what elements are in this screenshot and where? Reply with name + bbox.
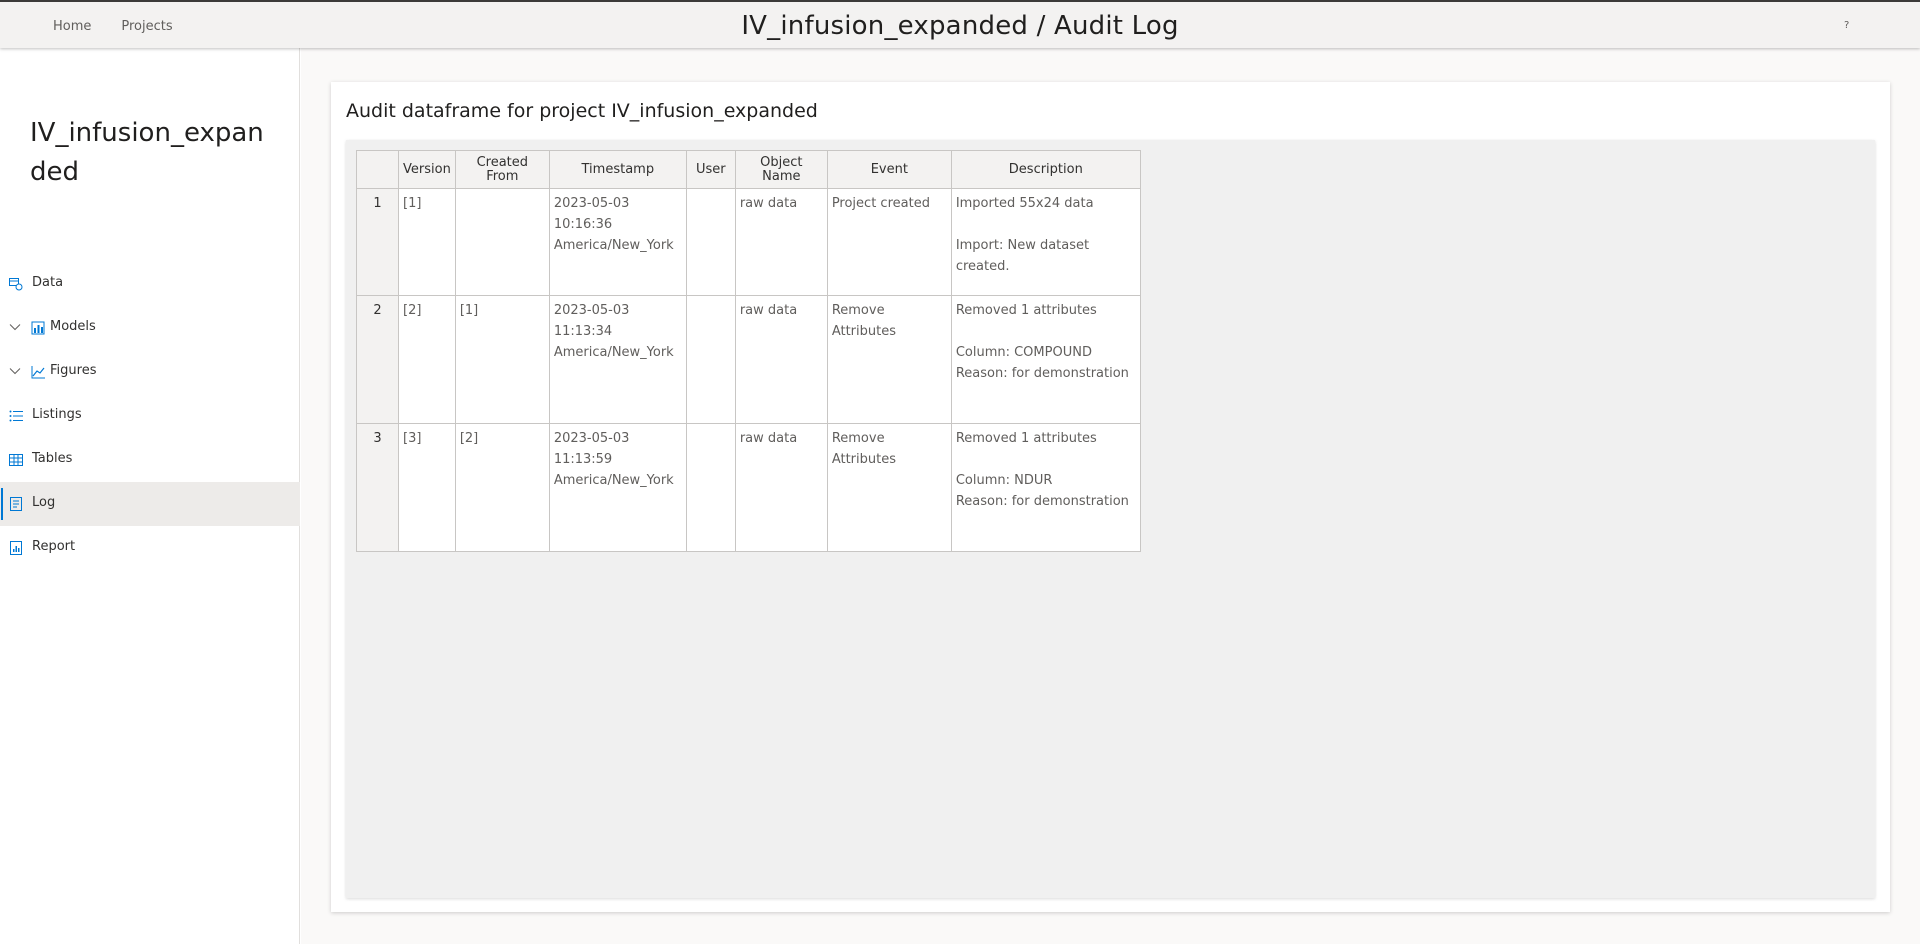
cell-timestamp: 2023-05-03 11:13:59 America/New_York <box>548 423 687 552</box>
cell-user <box>685 423 736 552</box>
card-title: Audit dataframe for project IV_infusion_… <box>346 100 818 122</box>
cell-object-name: raw data <box>734 188 828 296</box>
cell-description: Imported 55x24 data Import: New dataset … <box>950 188 1141 296</box>
models-icon <box>31 321 45 335</box>
help-button[interactable]: ? <box>1844 20 1849 31</box>
sidebar-item-label: Models <box>50 319 96 334</box>
cell-event: Project created <box>826 188 952 296</box>
dataframe-area[interactable]: Version Created From Timestamp User Obje… <box>346 140 1875 898</box>
sidebar-item-label: Figures <box>50 363 97 378</box>
table-header-row: Version Created From Timestamp User Obje… <box>356 150 1141 189</box>
audit-table: Version Created From Timestamp User Obje… <box>356 150 1141 552</box>
cell-timestamp: 2023-05-03 11:13:34 America/New_York <box>548 295 687 424</box>
column-header-object-name[interactable]: Object Name <box>734 150 828 189</box>
cell-description: Removed 1 attributes Column: COMPOUND Re… <box>950 295 1141 424</box>
project-name: IV_infusion_expanded <box>30 118 264 187</box>
chevron-down-icon[interactable] <box>8 364 22 378</box>
cell-event: Remove Attributes <box>826 423 952 552</box>
column-header-description[interactable]: Description <box>950 150 1141 189</box>
table-row[interactable]: 3 [3] [2] 2023-05-03 11:13:59 America/Ne… <box>356 423 1141 552</box>
cell-object-name: raw data <box>734 423 828 552</box>
cell-created-from: [1] <box>454 295 550 424</box>
cell-user <box>685 295 736 424</box>
data-icon <box>9 278 23 291</box>
row-index: 1 <box>356 188 399 296</box>
cell-version: [3] <box>398 423 456 552</box>
column-header-version[interactable]: Version <box>398 150 456 189</box>
sidebar-item-models[interactable]: Models <box>0 306 300 350</box>
listings-icon <box>9 410 23 422</box>
table-row[interactable]: 1 [1] 2023-05-03 10:16:36 America/New_Yo… <box>356 188 1141 296</box>
column-header-timestamp[interactable]: Timestamp <box>548 150 687 189</box>
cell-created-from: [2] <box>454 423 550 552</box>
sidebar-item-label: Listings <box>32 407 82 422</box>
sidebar-item-label: Report <box>32 539 76 554</box>
cell-timestamp: 2023-05-03 10:16:36 America/New_York <box>548 188 687 296</box>
cell-user <box>685 188 736 296</box>
sidebar-item-label: Log <box>32 495 56 510</box>
column-header-created-from-label: Created From <box>476 154 529 184</box>
sidebar-item-label: Data <box>32 275 64 290</box>
chevron-down-icon[interactable] <box>8 320 22 334</box>
sidebar-item-data[interactable]: Data <box>0 262 300 306</box>
page-title: IV_infusion_expanded / Audit Log <box>741 11 1179 41</box>
cell-created-from <box>454 188 550 296</box>
top-bar: Home Projects IV_infusion_expanded / Aud… <box>0 0 1920 48</box>
cell-description: Removed 1 attributes Column: NDUR Reason… <box>950 423 1141 552</box>
cell-version: [2] <box>398 295 456 424</box>
report-icon <box>10 541 22 555</box>
column-header-index[interactable] <box>356 150 399 189</box>
log-icon <box>10 497 22 511</box>
sidebar-item-log[interactable]: Log <box>0 482 300 526</box>
sidebar-item-listings[interactable]: Listings <box>0 394 300 438</box>
audit-card: Audit dataframe for project IV_infusion_… <box>331 82 1890 912</box>
column-header-created-from[interactable]: Created From <box>454 150 550 189</box>
sidebar-item-label: Tables <box>32 451 73 466</box>
sidebar-item-report[interactable]: Report <box>0 526 300 570</box>
figures-icon <box>31 366 45 379</box>
column-header-user[interactable]: User <box>685 150 736 189</box>
row-index: 2 <box>356 295 399 424</box>
tables-icon <box>9 454 23 466</box>
main-content: Audit dataframe for project IV_infusion_… <box>301 48 1920 944</box>
sidebar-item-tables[interactable]: Tables <box>0 438 300 482</box>
row-index: 3 <box>356 423 399 552</box>
sidebar-item-figures[interactable]: Figures <box>0 350 300 394</box>
sidebar: IV_infusion_expanded Data Models Figures… <box>0 48 300 944</box>
column-header-event[interactable]: Event <box>826 150 952 189</box>
cell-event: Remove Attributes <box>826 295 952 424</box>
cell-object-name: raw data <box>734 295 828 424</box>
cell-version: [1] <box>398 188 456 296</box>
sidebar-nav: Data Models Figures Listings Tables Log … <box>0 262 300 570</box>
table-row[interactable]: 2 [2] [1] 2023-05-03 11:13:34 America/Ne… <box>356 295 1141 424</box>
